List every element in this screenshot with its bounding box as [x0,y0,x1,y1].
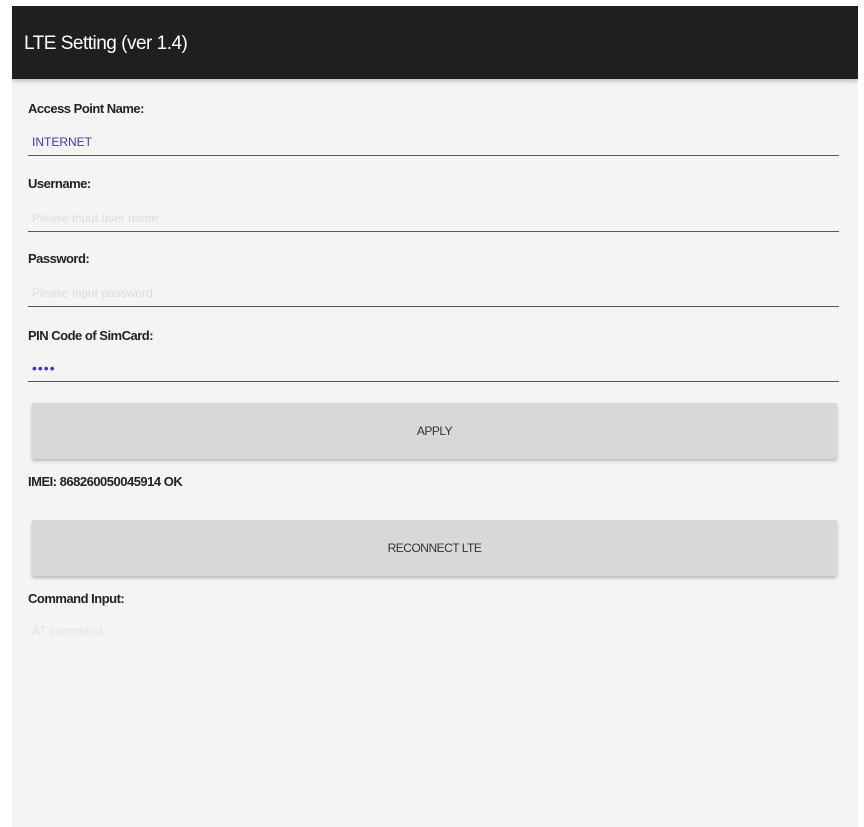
pin-code-input[interactable] [28,354,839,382]
apply-button[interactable]: APPLY [32,403,837,459]
username-input[interactable] [28,204,839,232]
imei-status: IMEI: 868260050045914 OK [28,474,183,489]
password-label: Password: [28,251,90,266]
command-input[interactable] [28,618,452,644]
command-input-label: Command Input: [28,591,125,606]
lte-settings-app: LTE Setting (ver 1.4) Access Point Name:… [12,6,858,827]
reconnect-lte-button[interactable]: RECONNECT LTE [32,520,837,576]
apn-label: Access Point Name: [28,101,145,116]
pin-code-label: PIN Code of SimCard: [28,328,154,343]
apn-input[interactable] [28,128,839,156]
app-title: LTE Setting (ver 1.4) [24,33,188,54]
username-label: Username: [28,176,91,191]
password-input[interactable] [28,279,839,307]
title-bar: LTE Setting (ver 1.4) [12,6,858,79]
